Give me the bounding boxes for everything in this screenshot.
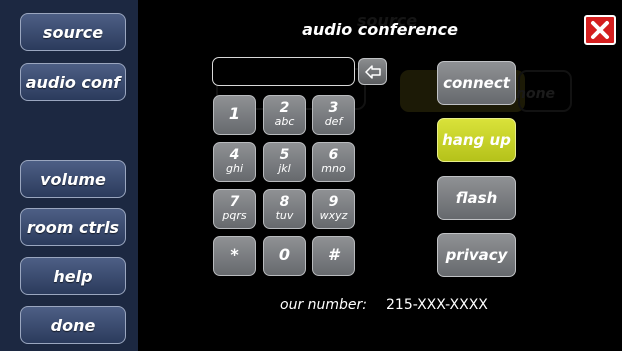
backspace-button[interactable] <box>358 58 387 85</box>
close-x-icon <box>591 21 609 39</box>
sidebar-item-done[interactable]: done <box>20 306 126 344</box>
sidebar-item-audio-conf[interactable]: audio conf <box>20 63 126 101</box>
key-2[interactable]: 2 abc <box>263 95 306 135</box>
key-1[interactable]: 1 <box>213 95 256 135</box>
key-0[interactable]: 0 <box>263 236 306 276</box>
sidebar-item-source[interactable]: source <box>20 13 126 51</box>
key-letters: ghi <box>225 162 243 175</box>
key-digit: 8 <box>279 194 290 210</box>
sidebar-item-help[interactable]: help <box>20 257 126 295</box>
key-digit: 5 <box>279 147 290 163</box>
key-7[interactable]: 7 pqrs <box>213 189 256 229</box>
key-6[interactable]: 6 mno <box>312 142 355 182</box>
privacy-button[interactable]: privacy <box>437 233 516 277</box>
key-5[interactable]: 5 jkl <box>263 142 306 182</box>
key-letters: jkl <box>278 162 291 175</box>
key-digit: 2 <box>279 100 290 116</box>
key-digit: 4 <box>229 147 240 163</box>
key-digit: 7 <box>229 194 240 210</box>
key-star[interactable]: * <box>213 236 256 276</box>
key-letters: tuv <box>275 209 294 222</box>
key-4[interactable]: 4 ghi <box>213 142 256 182</box>
key-letters: def <box>324 115 343 128</box>
key-letters: pqrs <box>222 209 247 222</box>
sidebar: source audio conf volume room ctrls help… <box>0 0 138 351</box>
key-digit: # <box>327 245 340 264</box>
key-3[interactable]: 3 def <box>312 95 355 135</box>
close-button[interactable] <box>584 15 616 45</box>
key-letters: mno <box>321 162 346 175</box>
key-digit: 0 <box>278 245 291 264</box>
hang-up-button[interactable]: hang up <box>437 118 516 162</box>
key-digit: * <box>230 245 239 264</box>
sidebar-item-volume[interactable]: volume <box>20 160 126 198</box>
key-digit: 3 <box>328 100 339 116</box>
key-9[interactable]: 9 wxyz <box>312 189 355 229</box>
sidebar-item-room-ctrls[interactable]: room ctrls <box>20 208 126 246</box>
flash-button[interactable]: flash <box>437 176 516 220</box>
backspace-arrow-icon <box>365 65 381 79</box>
page-title: audio conference <box>302 20 458 39</box>
our-number-value: 215-XXX-XXXX <box>386 297 488 313</box>
our-number-label: our number: <box>280 297 367 313</box>
key-digit: 6 <box>328 147 339 163</box>
our-number-caption: our number: <box>280 297 368 313</box>
key-letters: wxyz <box>319 209 348 222</box>
dial-number-input[interactable] <box>212 57 355 86</box>
key-8[interactable]: 8 tuv <box>263 189 306 229</box>
ghost-none-label: none <box>516 86 556 102</box>
connect-button[interactable]: connect <box>437 61 516 105</box>
main-panel: source none audio conference 1 2 abc 3 d… <box>138 0 622 351</box>
key-digit: 9 <box>328 194 339 210</box>
key-hash[interactable]: # <box>312 236 355 276</box>
key-letters: abc <box>274 115 295 128</box>
key-digit: 1 <box>228 104 241 123</box>
